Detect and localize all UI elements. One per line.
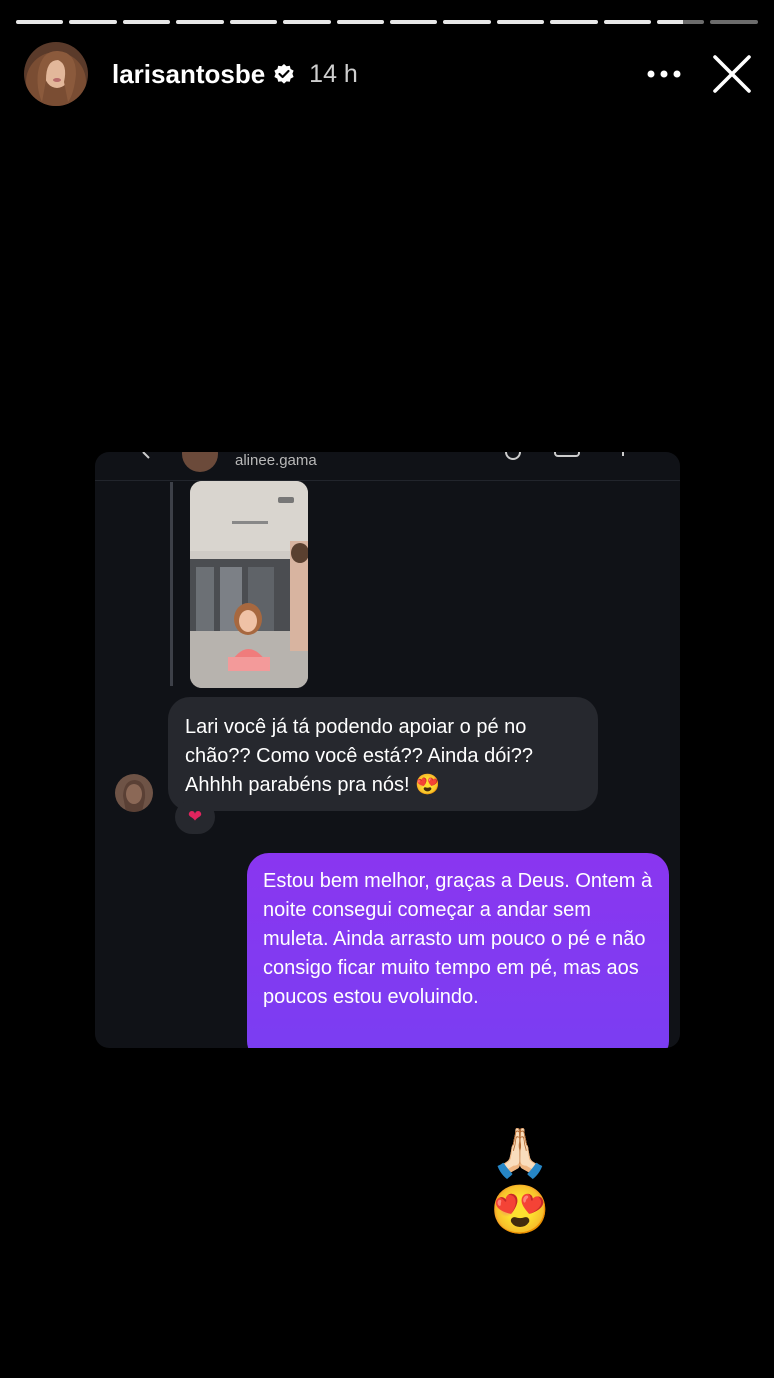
progress-segment	[229, 20, 278, 24]
progress-segment	[550, 20, 598, 24]
outgoing-message-bubble[interactable]: Estou bem melhor, graças a Deus. Ontem à…	[247, 853, 669, 1048]
dm-screenshot: alinee.gama Lari você já tá podendo apoi…	[95, 452, 680, 1048]
reply-indicator-line	[170, 482, 173, 686]
shared-story-thumbnail	[190, 481, 308, 688]
progress-segment	[443, 20, 491, 24]
dm-header-divider	[95, 480, 680, 481]
verified-badge-icon	[273, 63, 295, 85]
sender-avatar	[115, 774, 153, 812]
post-time: 14 h	[309, 59, 358, 88]
author-avatar[interactable]	[24, 42, 88, 106]
progress-segment	[389, 20, 438, 24]
progress-segment	[603, 20, 652, 24]
incoming-message-text: Lari você já tá podendo apoiar o pé no c…	[185, 716, 534, 796]
progress-segment	[176, 20, 224, 24]
progress-segment	[283, 20, 331, 24]
heart-reaction-icon[interactable]: ❤	[175, 800, 215, 834]
author-username[interactable]: larisantosbe	[112, 59, 265, 90]
progress-segment	[69, 20, 117, 24]
more-dots-icon[interactable]	[642, 52, 686, 96]
incoming-message-bubble[interactable]: Lari você já tá podendo apoiar o pé no c…	[168, 697, 598, 811]
progress-segment-current	[657, 20, 705, 24]
outgoing-message-text: Estou bem melhor, graças a Deus. Ontem à…	[263, 870, 653, 1008]
dm-header: alinee.gama	[95, 452, 680, 480]
story-header: larisantosbe 14 h	[24, 42, 754, 106]
story-progress-bar	[16, 20, 758, 24]
close-icon[interactable]	[710, 52, 754, 96]
dm-contact-username: alinee.gama	[235, 452, 317, 469]
progress-segment	[122, 20, 171, 24]
progress-segment	[16, 20, 64, 24]
progress-segment	[496, 20, 545, 24]
progress-segment	[710, 20, 758, 24]
emoji-sticker: 🙏🏻😍	[490, 1127, 550, 1237]
progress-segment	[336, 20, 384, 24]
